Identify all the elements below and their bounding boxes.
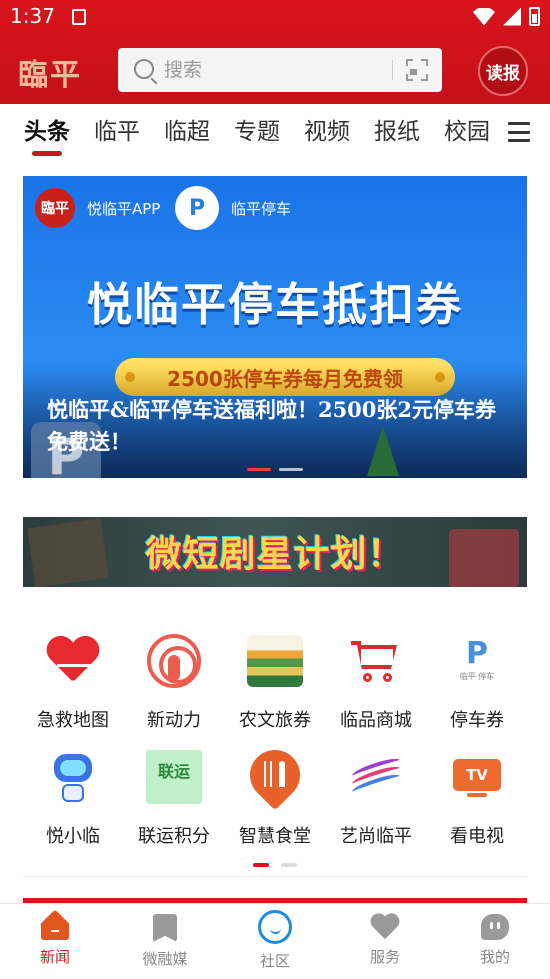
smile-circle-icon (258, 910, 292, 944)
app-header: 1:37 臨平 读报 (0, 0, 550, 104)
service-row: 悦小临 联运 联运积分 智慧食堂 艺尚临平 TV 看电视 (23, 736, 527, 852)
nav-community[interactable]: 社区 (220, 904, 330, 979)
lianyun-icon: 联运 (146, 750, 202, 804)
service-points[interactable]: 联运 联运积分 (124, 736, 224, 852)
nav-label: 服务 (369, 948, 400, 966)
notification-icon (72, 9, 86, 25)
service-first-aid-map[interactable]: 急救地图 (23, 620, 123, 736)
tab-video[interactable]: 视频 (304, 104, 350, 160)
service-mall[interactable]: 临品商城 (326, 620, 426, 736)
tab-newspaper[interactable]: 报纸 (374, 104, 420, 160)
linping-app-logo: 臨平 (35, 188, 75, 228)
fork-knife-icon (239, 739, 311, 811)
service-label: 停车券 (450, 710, 504, 731)
service-label: 新动力 (147, 710, 201, 731)
service-label: 农文旅券 (239, 710, 311, 731)
tab-campus[interactable]: 校园 (444, 104, 490, 160)
service-label: 急救地图 (37, 710, 109, 731)
scan-icon[interactable] (406, 59, 428, 81)
nav-mine[interactable]: 我的 (440, 904, 550, 979)
service-label: 智慧食堂 (239, 826, 311, 847)
profile-icon (481, 914, 509, 940)
nav-label: 微融媒 (142, 950, 188, 968)
bottom-nav: 新闻 微融媒 社区 服务 我的 (0, 903, 550, 979)
banner-headline: 悦临平停车抵扣券 (86, 278, 463, 331)
service-label: 联运积分 (138, 826, 210, 847)
search-divider (392, 60, 393, 80)
tab-topics[interactable]: 专题 (234, 104, 280, 160)
service-label: 悦小临 (46, 826, 100, 847)
banner-carousel[interactable]: 臨平 悦临平APP P 临平停车 悦临平停车抵扣券 2500张停车券每月免费领 … (23, 176, 527, 478)
nav-news[interactable]: 新闻 (0, 904, 110, 979)
bookmark-icon (153, 914, 177, 942)
promo-title: 微短剧星计划！ (145, 534, 405, 575)
nav-services[interactable]: 服务 (330, 904, 440, 979)
service-tourism-voucher[interactable]: 农文旅券 (225, 620, 325, 736)
signal-icon (503, 7, 521, 26)
service-label: 临品商城 (340, 710, 412, 731)
nav-label: 新闻 (39, 948, 70, 966)
channel-tabs: 头条 临平 临超 专题 视频 报纸 校园 (0, 104, 550, 160)
search-icon (134, 59, 154, 79)
status-time: 1:37 (10, 4, 55, 28)
service-label: 看电视 (450, 826, 504, 847)
cart-icon (351, 639, 401, 683)
tab-linchao[interactable]: 临超 (164, 104, 210, 160)
banner-app2-name: 临平停车 (231, 200, 292, 218)
battery-icon (529, 7, 540, 26)
banner-caption: 悦临平&临平停车送福利啦！2500张2元停车券免费送！ (47, 397, 497, 454)
landscape-icon (247, 635, 303, 687)
parking-logo-icon: P 临平·停车 (459, 636, 495, 681)
robot-icon (50, 750, 96, 804)
service-art-linping[interactable]: 艺尚临平 (326, 736, 426, 852)
carousel-dot (279, 468, 303, 471)
service-label: 艺尚临平 (340, 826, 412, 847)
promo-banner[interactable]: 微短剧星计划！ (23, 517, 527, 587)
service-pager (253, 863, 297, 867)
search-input[interactable] (164, 48, 384, 92)
service-new-power[interactable]: 新动力 (124, 620, 224, 736)
nav-micro-media[interactable]: 微融媒 (110, 904, 220, 979)
carousel-dot-active (247, 468, 271, 471)
pager-dot (281, 863, 297, 867)
pager-dot-active (253, 863, 269, 867)
channel-menu-icon[interactable] (508, 122, 530, 142)
tv-icon: TV (453, 755, 501, 799)
nav-label: 我的 (479, 948, 510, 966)
service-canteen[interactable]: 智慧食堂 (225, 736, 325, 852)
service-grid: 急救地图 新动力 农文旅券 临品商城 P 临平·停车 停车券 悦小临 联运 联运… (23, 620, 527, 852)
wifi-icon (473, 7, 495, 26)
status-indicators (473, 7, 540, 26)
carousel-indicator (247, 468, 303, 471)
banner-app1-name: 悦临平APP (87, 200, 161, 218)
swoosh-icon (350, 755, 402, 797)
heart-icon (371, 914, 399, 940)
service-assistant[interactable]: 悦小临 (23, 736, 123, 852)
service-parking-voucher[interactable]: P 临平·停车 停车券 (427, 620, 527, 736)
tab-linping[interactable]: 临平 (94, 104, 140, 160)
service-tv[interactable]: TV 看电视 (427, 736, 527, 852)
status-bar: 1:37 (0, 0, 550, 36)
microphone-icon (147, 634, 201, 688)
tab-headlines[interactable]: 头条 (24, 104, 70, 160)
nav-label: 社区 (259, 952, 290, 970)
parking-app-logo: P (175, 186, 219, 230)
heart-pulse-icon (47, 637, 99, 685)
home-icon (41, 914, 69, 940)
read-newspaper-button[interactable]: 读报 (478, 46, 528, 96)
search-box[interactable] (118, 48, 442, 92)
service-row: 急救地图 新动力 农文旅券 临品商城 P 临平·停车 停车券 (23, 620, 527, 736)
app-logo: 臨平 (18, 58, 82, 93)
section-divider (23, 876, 527, 877)
